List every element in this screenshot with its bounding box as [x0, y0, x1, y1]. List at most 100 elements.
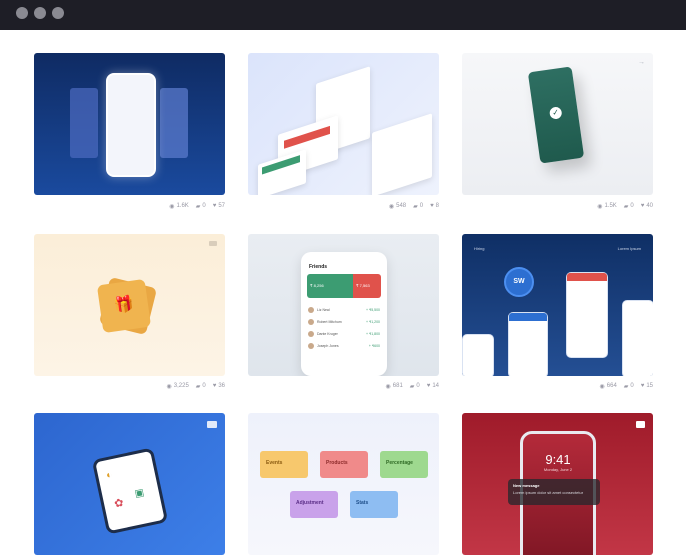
- heart-icon: ♥: [430, 203, 434, 209]
- gift-box-front: 🎁: [96, 278, 152, 334]
- chrome-icon: ◐: [105, 469, 114, 482]
- shot-card-gift-icon[interactable]: 🎁: [34, 234, 225, 376]
- row-name: Liz Neal: [317, 308, 330, 312]
- mockup-label-right: Lorem Ipsum: [617, 246, 641, 251]
- eye-icon: ◉: [169, 203, 175, 210]
- row-amount: + ₹1,800: [365, 332, 380, 336]
- list-item: Robert Mitchum + ₹1,200: [308, 318, 380, 326]
- shot-stats: ◉ 664 ▰ 0 ♥ 15: [462, 380, 653, 392]
- views-stat: ◉ 3,225: [167, 383, 189, 390]
- eye-icon: ◉: [599, 383, 605, 390]
- comment-icon: ▰: [623, 383, 629, 390]
- row-name: Joseph Jones: [317, 344, 339, 348]
- comments-count: 0: [419, 203, 424, 209]
- phone-mockup-right: [622, 300, 653, 376]
- shot-card-multi-device[interactable]: Hiring Lorem Ipsum SW: [462, 234, 653, 376]
- views-count: 548: [396, 203, 407, 209]
- notification-body: Lorem ipsum dolor sit amet consectetur: [513, 490, 584, 495]
- comments-stat: ▰ 0: [413, 203, 423, 210]
- mockup-screen-left: [70, 88, 98, 158]
- minimize-window-button[interactable]: [34, 7, 46, 19]
- views-count: 3,225: [173, 383, 189, 389]
- comment-icon: ▰: [413, 203, 418, 210]
- shot-card-app-icons[interactable]: ◐ ▣ ✿: [34, 413, 225, 555]
- comments-stat: ▰ 0: [410, 383, 420, 390]
- mockup-red-header: [567, 273, 607, 281]
- shot-stats: ◉ 681 ▰ 0 ♥ 14: [248, 380, 439, 392]
- views-stat: ◉ 664: [600, 383, 617, 390]
- app-logo: SW: [504, 267, 534, 297]
- eye-icon: ◉: [385, 383, 391, 390]
- comments-count: 0: [202, 383, 206, 389]
- balance-header: ₹ 8,256 ₹ 7,563: [307, 274, 381, 298]
- row-name: Robert Mitchum: [317, 320, 342, 324]
- comments-count: 0: [202, 203, 206, 209]
- maximize-window-button[interactable]: [52, 7, 64, 19]
- heart-icon: ♥: [212, 383, 217, 389]
- avatar: [308, 319, 314, 325]
- likes-stat[interactable]: ♥ 57: [213, 203, 225, 209]
- likes-count: 57: [218, 203, 225, 209]
- row-amount: + ₹600: [368, 344, 380, 348]
- device-mockup: ◐ ▣ ✿: [91, 447, 169, 535]
- likes-stat[interactable]: ♥ 40: [641, 203, 653, 209]
- phone-mockup: [106, 73, 156, 177]
- multi-shot-icon: [636, 421, 645, 428]
- comment-icon: ▰: [409, 383, 415, 390]
- shot-card-friends-app[interactable]: Friends ₹ 8,256 ₹ 7,563 Liz Neal + ₹5,500…: [248, 234, 439, 376]
- likes-stat[interactable]: ♥ 36: [213, 383, 225, 389]
- row-amount: + ₹1,200: [365, 320, 380, 324]
- notification-title: New message: [513, 483, 540, 488]
- comments-stat: ▰ 0: [196, 203, 206, 210]
- list-item: Joseph Jones + ₹600: [308, 342, 380, 350]
- arrow-icon: →: [638, 59, 645, 66]
- shot-stats: ◉ 1.5K ▰ 0 ♥ 40: [462, 200, 653, 212]
- shot-card-finance-screens[interactable]: [248, 53, 439, 195]
- tile-adjustment: Adjustment: [290, 491, 338, 518]
- views-stat: ◉ 681: [386, 383, 403, 390]
- mockup-screen-bottom: [258, 149, 306, 195]
- shot-card-lockscreen[interactable]: 9:41 Monday, June 2 New message Lorem ip…: [462, 413, 653, 555]
- tablet-mockup: [462, 334, 494, 376]
- likes-stat[interactable]: ♥ 8: [430, 203, 439, 209]
- mockup-blue-header: [509, 313, 547, 321]
- likes-count: 36: [218, 383, 225, 389]
- list-item: Liz Neal + ₹5,500: [308, 306, 380, 314]
- comments-count: 0: [630, 383, 634, 389]
- likes-stat[interactable]: ♥ 15: [641, 383, 653, 389]
- shot-card-category-tiles[interactable]: Events Products Percentage Adjustment St…: [248, 413, 439, 555]
- tile-stats: Stats: [350, 491, 398, 518]
- check-icon: ▣: [133, 487, 146, 500]
- mockup-green-bar: [262, 155, 300, 175]
- avatar: [308, 343, 314, 349]
- likes-count: 8: [435, 203, 439, 209]
- views-stat: ◉ 548: [389, 203, 406, 210]
- shot-stats: ◉ 3,225 ▰ 0 ♥ 36: [34, 380, 225, 392]
- avatar: [308, 331, 314, 337]
- lockscreen-time: 9:41: [545, 452, 571, 467]
- badge-icon: [209, 241, 217, 246]
- views-count: 681: [392, 383, 403, 389]
- lockscreen-date: Monday, June 2: [543, 467, 573, 472]
- balance-negative: ₹ 7,563: [353, 274, 381, 298]
- likes-count: 40: [646, 203, 653, 209]
- eye-icon: ◉: [597, 203, 603, 210]
- likes-stat[interactable]: ♥ 14: [427, 383, 439, 389]
- list-item: Dante Kruger + ₹1,800: [308, 330, 380, 338]
- shot-card-green-phone[interactable]: ✓ →: [462, 53, 653, 195]
- notification-card: New message Lorem ipsum dolor sit amet c…: [508, 479, 600, 505]
- views-count: 664: [606, 383, 617, 389]
- views-stat: ◉ 1.6K: [169, 203, 189, 210]
- comments-stat: ▰ 0: [624, 203, 634, 210]
- tile-percentage: Percentage: [380, 451, 428, 478]
- likes-count: 14: [432, 383, 439, 389]
- tile-events: Events: [260, 451, 308, 478]
- shot-card-phone-showcase[interactable]: [34, 53, 225, 195]
- close-window-button[interactable]: [16, 7, 28, 19]
- comment-icon: ▰: [195, 203, 201, 210]
- mockup-title: Friends: [309, 264, 328, 270]
- phone-mockup: Friends ₹ 8,256 ₹ 7,563 Liz Neal + ₹5,500…: [301, 252, 387, 376]
- row-name: Dante Kruger: [317, 332, 338, 336]
- checkmark-icon: ✓: [548, 106, 563, 120]
- balance-positive: ₹ 8,256: [307, 274, 353, 298]
